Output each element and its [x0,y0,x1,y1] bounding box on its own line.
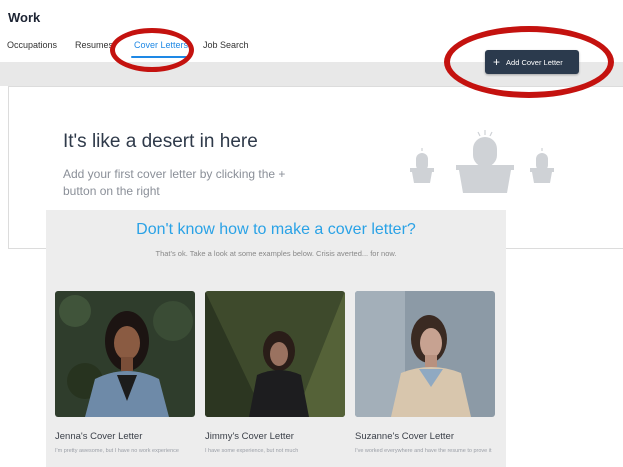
empty-state-title: It's like a desert in here [63,131,258,152]
annotation-circle-button [444,26,614,98]
empty-state-subtitle: Add your first cover letter by clicking … [63,167,286,198]
tab-resumes[interactable]: Resumes [75,40,113,50]
example-photo-jimmy[interactable] [205,291,345,417]
pot-small-right [532,172,552,183]
example-desc-jenna: I'm pretty awesome, but I have no work e… [55,448,179,454]
example-desc-jimmy: I have some experience, but not much [205,448,299,454]
example-name-jenna[interactable]: Jenna's Cover Letter [55,431,142,442]
annotation-circle-tab [110,28,194,72]
pot-rim-small-left [410,168,434,172]
example-desc-suzanne: I've worked everywhere and have the resu… [355,448,492,454]
cactus-pots-icon [410,130,554,193]
example-name-jimmy[interactable]: Jimmy's Cover Letter [205,431,294,442]
page-title: Work [8,10,41,25]
pot-rim-small-right [530,168,554,172]
example-photo-suzanne[interactable] [355,291,495,417]
tab-job-search[interactable]: Job Search [203,40,249,50]
pot-big [459,170,511,193]
example-photo-jenna[interactable] [55,291,195,417]
pot-rim-big [456,165,514,170]
tab-occupations[interactable]: Occupations [7,40,57,50]
examples-subtitle: That's ok. Take a look at some examples … [155,249,397,258]
example-name-suzanne[interactable]: Suzanne's Cover Letter [355,431,454,442]
cactus-body-big [473,137,497,167]
pot-small-left [412,172,432,183]
examples-panel: Don't know how to make a cover letter? T… [46,210,506,467]
examples-title: Don't know how to make a cover letter? [136,221,416,238]
